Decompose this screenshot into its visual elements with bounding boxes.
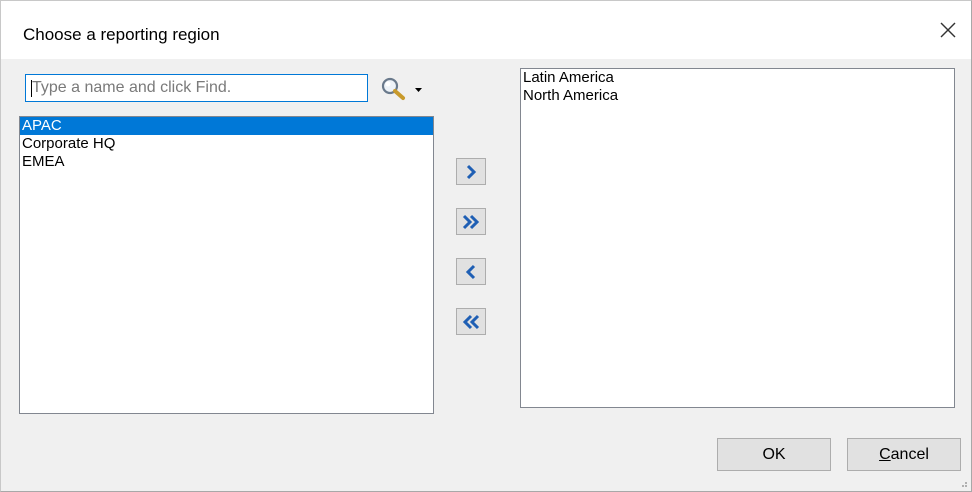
cancel-button[interactable]: Cancel xyxy=(847,438,961,471)
magnifier-icon xyxy=(381,77,405,100)
available-regions-list[interactable]: APAC Corporate HQ EMEA xyxy=(19,116,434,414)
cancel-label-rest: ancel xyxy=(890,445,929,463)
remove-button[interactable] xyxy=(456,258,486,285)
list-item[interactable]: Corporate HQ xyxy=(20,135,433,153)
ok-button[interactable]: OK xyxy=(717,438,831,471)
text-caret xyxy=(31,80,32,97)
double-chevron-right-icon xyxy=(462,214,480,229)
close-button[interactable] xyxy=(933,15,963,45)
remove-all-button[interactable] xyxy=(456,308,486,335)
dialog-title: Choose a reporting region xyxy=(23,25,220,44)
cancel-accelerator: C xyxy=(879,445,891,463)
search-input[interactable] xyxy=(26,75,367,101)
list-item[interactable]: North America xyxy=(521,87,954,105)
dropdown-arrow-icon xyxy=(415,87,422,92)
chevron-left-icon xyxy=(465,264,476,279)
add-button[interactable] xyxy=(456,158,486,185)
list-item[interactable]: EMEA xyxy=(20,153,433,171)
find-button[interactable] xyxy=(376,73,431,104)
chevron-right-icon xyxy=(466,164,477,179)
ok-button-label: OK xyxy=(762,445,786,463)
list-item[interactable]: APAC xyxy=(20,117,433,135)
title-bar: Choose a reporting region xyxy=(1,1,971,59)
resize-grip-icon[interactable] xyxy=(958,478,968,488)
close-icon xyxy=(940,22,956,38)
search-field[interactable] xyxy=(25,74,368,102)
dialog-window: Choose a reporting region APAC Corporate… xyxy=(0,0,972,492)
list-item[interactable]: Latin America xyxy=(521,69,954,87)
cancel-button-label: Cancel xyxy=(879,446,929,464)
double-chevron-left-icon xyxy=(462,314,480,329)
selected-regions-list[interactable]: Latin America North America xyxy=(520,68,955,408)
add-all-button[interactable] xyxy=(456,208,486,235)
